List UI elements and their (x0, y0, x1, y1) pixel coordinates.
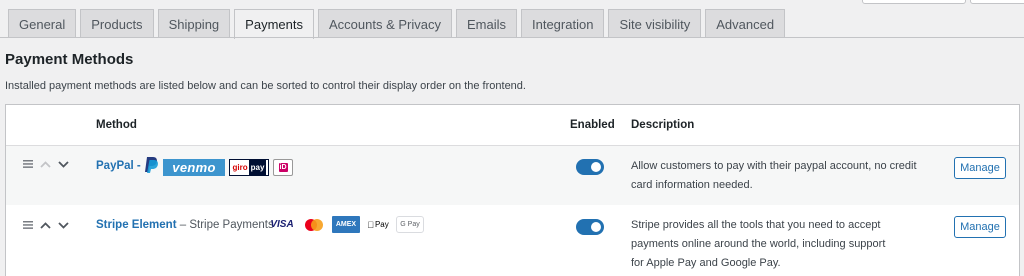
enabled-toggle-paypal[interactable] (576, 159, 604, 175)
settings-tabs: General Products Shipping Payments Accou… (8, 9, 786, 39)
method-name-paypal[interactable]: PayPal - (96, 160, 141, 172)
table-row: Stripe Element – Stripe Payments VISA AM… (6, 205, 1019, 276)
mastercard-logo (301, 216, 327, 233)
page-title: Payment Methods (5, 51, 134, 68)
move-up-icon[interactable] (40, 221, 51, 229)
apple-pay-logo: Pay (365, 216, 391, 233)
tab-accounts-privacy[interactable]: Accounts & Privacy (317, 9, 452, 38)
method-title-stripe: Stripe Element (96, 219, 177, 231)
giropay-logo: giro pay (229, 159, 269, 176)
table-header: Method Enabled Description (6, 105, 1019, 146)
header-enabled: Enabled (570, 119, 615, 131)
tab-emails[interactable]: Emails (455, 9, 517, 38)
ideal-logo: iD (273, 159, 293, 176)
sort-handles (23, 221, 69, 229)
tab-site-visibility[interactable]: Site visibility (608, 9, 702, 38)
move-down-icon[interactable] (58, 160, 69, 168)
enabled-toggle-stripe[interactable] (576, 219, 604, 235)
amex-logo: AMEX (332, 216, 360, 233)
drag-handle-icon[interactable] (23, 160, 33, 168)
tab-integration[interactable]: Integration (521, 9, 605, 38)
move-up-icon[interactable] (40, 160, 51, 168)
manage-button-stripe[interactable]: Manage (954, 216, 1006, 238)
tab-products[interactable]: Products (80, 9, 154, 38)
tab-payments[interactable]: Payments (234, 9, 314, 39)
header-method: Method (96, 119, 137, 131)
tab-general[interactable]: General (8, 9, 77, 38)
manage-button-paypal[interactable]: Manage (954, 157, 1006, 179)
tabs-divider (0, 37, 1024, 38)
apple-icon:  (367, 220, 374, 230)
top-action-button[interactable] (862, 0, 966, 4)
method-name-stripe[interactable]: Stripe Element – Stripe Payments (96, 219, 274, 231)
table-row: PayPal - venmo giro pay iD Allow custome… (6, 146, 1019, 205)
venmo-logo: venmo (163, 159, 225, 176)
description-stripe: Stripe provides all the tools that you n… (631, 219, 886, 269)
tab-shipping[interactable]: Shipping (157, 9, 231, 38)
header-description: Description (631, 119, 695, 131)
google-pay-logo: G Pay (396, 216, 424, 233)
top-action-button-secondary[interactable] (970, 0, 1024, 4)
paypal-logo (143, 156, 159, 179)
stripe-logos: VISA AMEX Pay G Pay (268, 216, 424, 233)
description-paypal: Allow customers to pay with their paypal… (631, 160, 917, 191)
payment-methods-table: Method Enabled Description PayPal - venm… (5, 104, 1020, 276)
sort-handles (23, 160, 69, 168)
tab-advanced[interactable]: Advanced (705, 9, 786, 38)
method-subtitle-stripe: – Stripe Payments (179, 219, 274, 231)
paypal-logos: venmo giro pay iD (143, 156, 293, 179)
page-description: Installed payment methods are listed bel… (5, 80, 526, 92)
move-down-icon[interactable] (58, 221, 69, 229)
drag-handle-icon[interactable] (23, 221, 33, 229)
visa-logo: VISA (270, 219, 294, 230)
